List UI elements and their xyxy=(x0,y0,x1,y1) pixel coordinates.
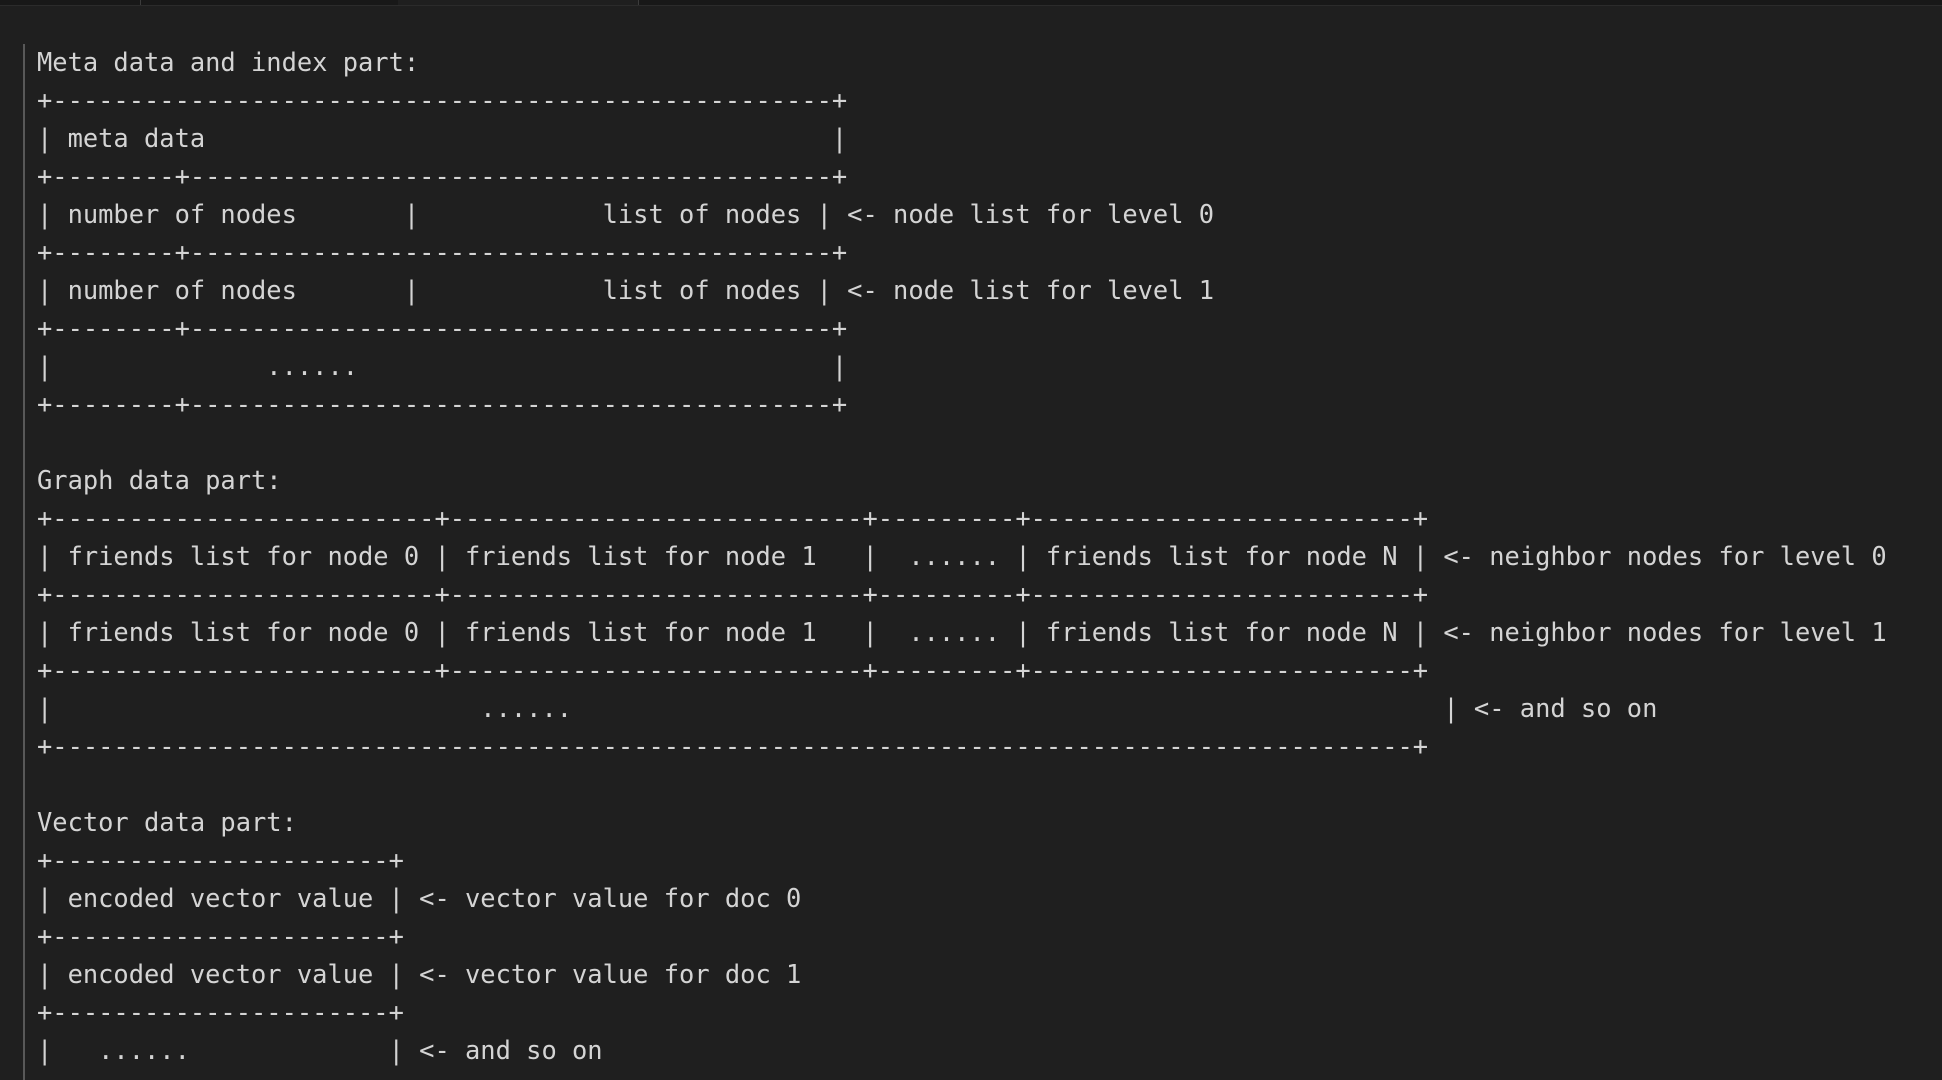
code-line: +--------+------------------------------… xyxy=(37,389,848,419)
code-line: +--------+------------------------------… xyxy=(37,161,848,191)
code-line: | ...... | xyxy=(37,351,848,381)
code-line: | meta data | xyxy=(37,123,848,153)
editor-tab[interactable] xyxy=(140,0,399,5)
code-line: +--------+------------------------------… xyxy=(37,313,848,343)
code-line: +-------------------------+-------------… xyxy=(37,503,1429,533)
code-line: +-------------------------+-------------… xyxy=(37,579,1429,609)
code-line: +----------------------+ xyxy=(37,845,404,875)
code-line: Meta data and index part: xyxy=(37,47,420,77)
code-line: | ...... | <- and so on xyxy=(37,1035,603,1065)
code-line: +----------------------+ xyxy=(37,997,404,1027)
code-line: | friends list for node 0 | friends list… xyxy=(37,541,1887,571)
code-line: +----------------------+ xyxy=(37,921,404,951)
code-line: | number of nodes | list of nodes | <- n… xyxy=(37,199,1215,229)
code-line: +---------------------------------------… xyxy=(37,85,848,115)
code-line: | friends list for node 0 | friends list… xyxy=(37,617,1887,647)
code-line: | ...... | <- and so on xyxy=(37,693,1658,723)
code-line: | encoded vector value | <- vector value… xyxy=(37,883,802,913)
code-line: +-------------------------+-------------… xyxy=(37,655,1429,685)
code-line: Vector data part: xyxy=(37,807,297,837)
code-line: +--------+------------------------------… xyxy=(37,237,848,267)
indent-guide xyxy=(23,44,25,1080)
code-line: | number of nodes | list of nodes | <- n… xyxy=(37,275,1215,305)
code-line: +---------------------------------------… xyxy=(37,731,1429,761)
tab-bar xyxy=(0,0,1942,6)
code-line: | encoded vector value | <- vector value… xyxy=(37,959,802,989)
code-editor[interactable]: Meta data and index part: +-------------… xyxy=(37,43,1942,1069)
editor-tab[interactable] xyxy=(0,0,141,5)
code-line: Graph data part: xyxy=(37,465,282,495)
editor-tab-active[interactable] xyxy=(398,0,639,5)
